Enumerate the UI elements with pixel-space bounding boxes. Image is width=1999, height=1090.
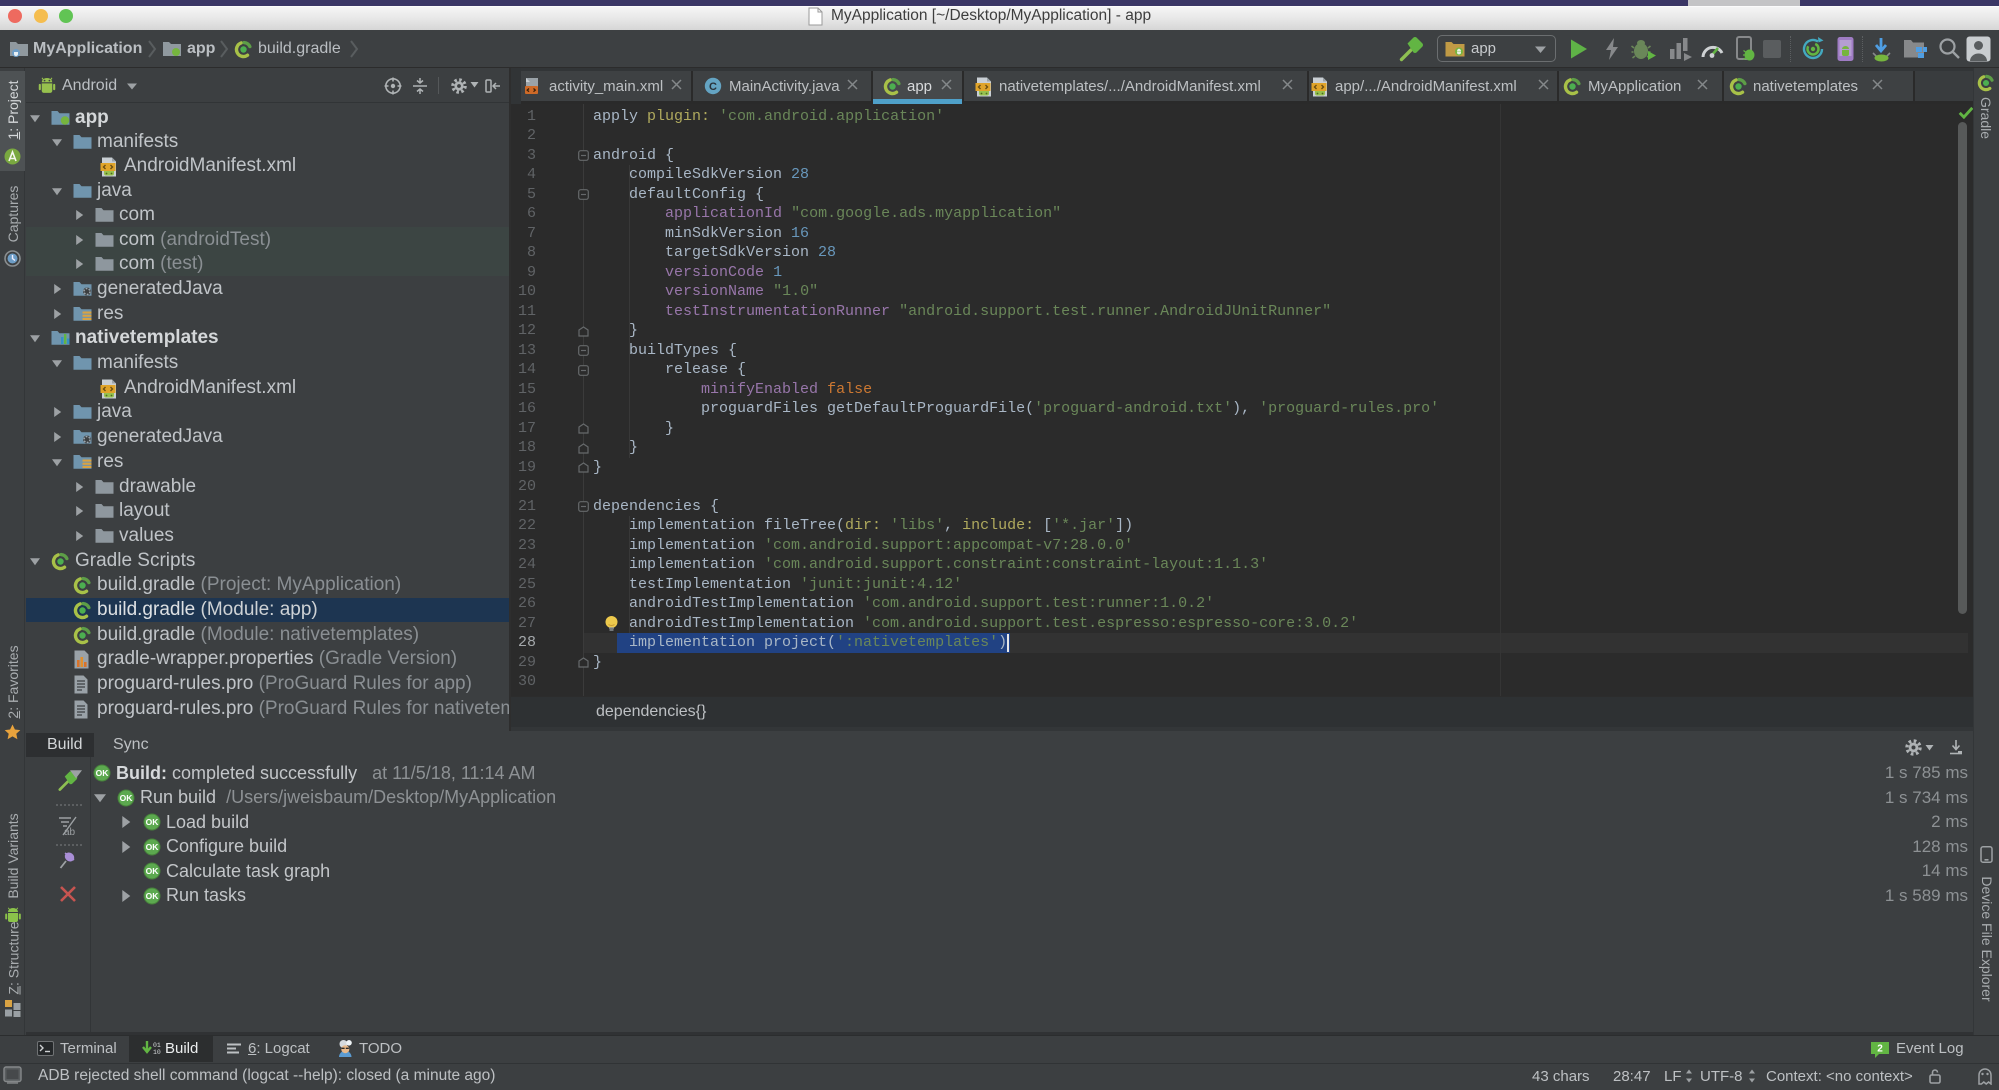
svg-text:OK: OK	[146, 866, 160, 876]
svg-text:OK: OK	[120, 793, 134, 803]
svg-text:OK: OK	[146, 817, 160, 827]
svg-text:10: 10	[153, 1049, 161, 1056]
svg-text:OK: OK	[146, 842, 160, 852]
svg-text:C: C	[709, 81, 717, 93]
svg-text:OK: OK	[146, 891, 160, 901]
svg-text:ab: ab	[64, 827, 76, 837]
svg-text:OK: OK	[96, 768, 110, 778]
svg-text:2: 2	[1877, 1044, 1883, 1055]
svg-text:01: 01	[153, 1042, 161, 1049]
